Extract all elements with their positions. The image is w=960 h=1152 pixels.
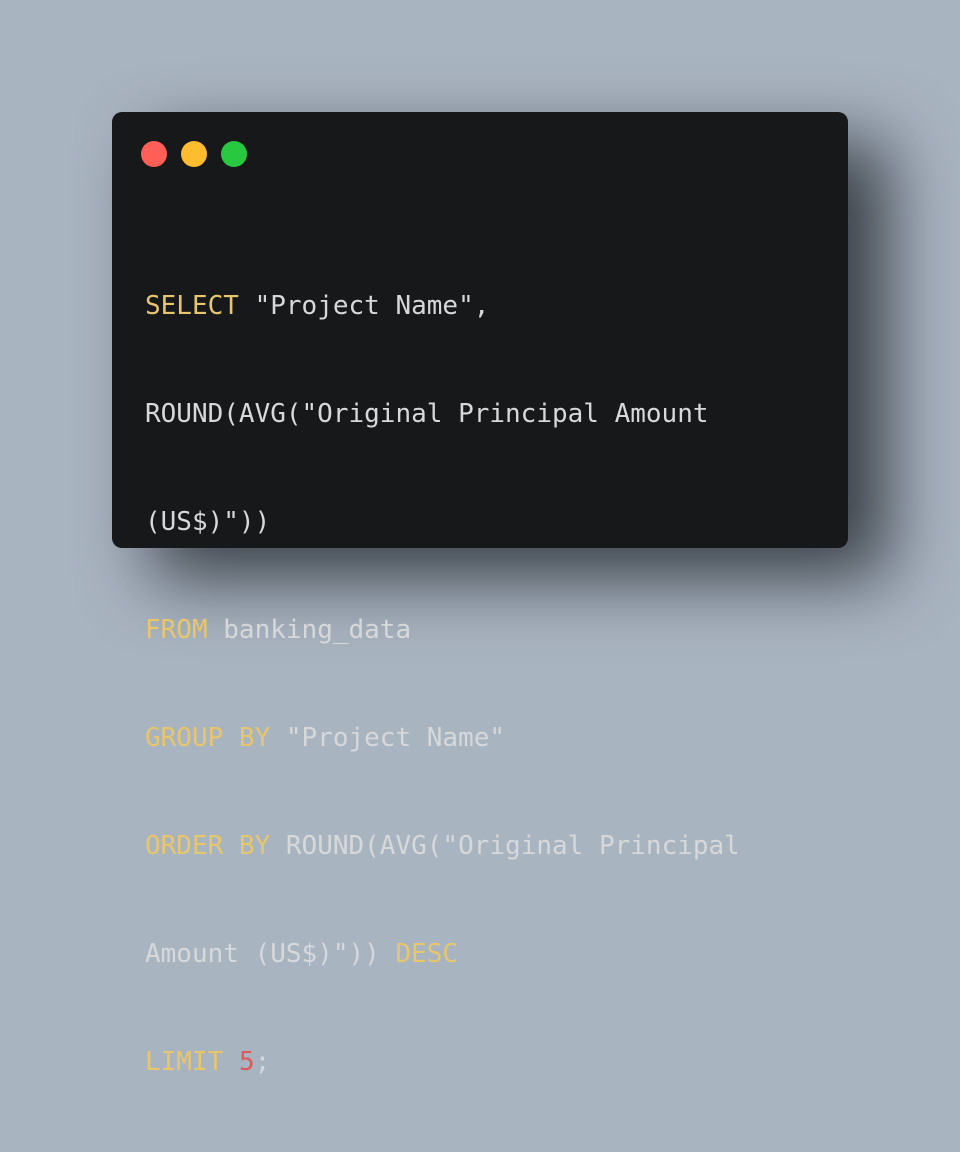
code-line: ROUND(AVG("Original Principal Amount xyxy=(145,396,740,432)
code-line: (US$)")) xyxy=(145,504,740,540)
zoom-icon[interactable] xyxy=(221,141,247,167)
code-text: "Project Name", xyxy=(238,291,490,321)
code-text: banking_data xyxy=(207,615,412,645)
sql-keyword: SELECT xyxy=(145,291,239,321)
code-text: ROUND(AVG("Original Principal Amount xyxy=(145,399,709,429)
code-line: GROUP BY "Project Name" xyxy=(145,720,740,756)
sql-keyword: DESC xyxy=(395,939,459,969)
sql-code-block: SELECT "Project Name", ROUND(AVG("Origin… xyxy=(145,216,740,1152)
sql-keyword: ORDER BY xyxy=(145,831,271,861)
minimize-icon[interactable] xyxy=(181,141,207,167)
code-line: SELECT "Project Name", xyxy=(145,288,740,324)
window-controls xyxy=(141,141,247,167)
code-line: ORDER BY ROUND(AVG("Original Principal xyxy=(145,828,740,864)
code-text: (US$)")) xyxy=(145,507,271,537)
sql-keyword: GROUP BY xyxy=(145,723,271,753)
sql-number: 5 xyxy=(238,1047,255,1077)
code-line: Amount (US$)")) DESC xyxy=(145,936,740,972)
close-icon[interactable] xyxy=(141,141,167,167)
code-text: Amount (US$)")) xyxy=(145,939,396,969)
code-text: ROUND(AVG("Original Principal xyxy=(270,831,740,861)
code-text: "Project Name" xyxy=(270,723,506,753)
code-text: ; xyxy=(254,1047,271,1077)
sql-keyword: LIMIT xyxy=(145,1047,224,1077)
code-line: LIMIT 5; xyxy=(145,1044,740,1080)
code-line: FROM banking_data xyxy=(145,612,740,648)
code-window: SELECT "Project Name", ROUND(AVG("Origin… xyxy=(112,112,848,1077)
sql-keyword: FROM xyxy=(145,615,208,645)
